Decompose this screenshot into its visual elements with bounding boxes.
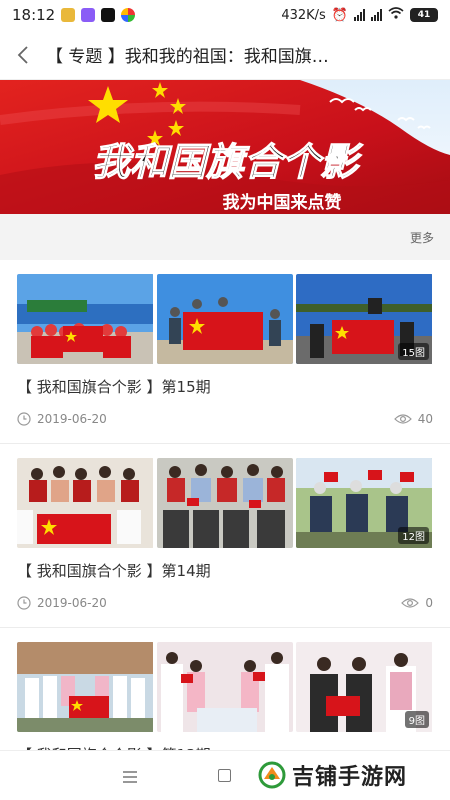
image-count-badge: 15图 (398, 343, 430, 360)
item-title: 【 我和国旗合个影 】第14期 (17, 562, 211, 580)
item-title: 【 我和国旗合个影 】第15期 (17, 378, 211, 396)
system-nav-bar: 吉铺手游网 (0, 750, 450, 800)
page-title: 【 专题 】我和我的祖国：我和国旗… (46, 47, 329, 67)
thumbnail-image: 12图 (296, 458, 433, 548)
thumbnail-row: 12图 (17, 458, 433, 548)
item-meta: 2019-06-20 0 (17, 596, 433, 610)
tiktok-icon (101, 8, 116, 22)
status-bar: 18:12 432K/s ⏰ 41 (0, 0, 450, 30)
clock-icon (17, 596, 31, 610)
item-date: 2019-06-20 (37, 596, 107, 610)
status-time: 18:12 (12, 6, 56, 24)
thumbnail-row: 9图 (17, 642, 433, 732)
menu-icon[interactable] (122, 768, 138, 787)
watermark-logo-icon (258, 761, 286, 789)
signal-icon (354, 9, 365, 21)
notification-app-icon (121, 8, 136, 22)
alarm-icon: ⏰ (331, 7, 348, 23)
chevron-left-icon (17, 45, 28, 64)
thumbnail-image (156, 274, 294, 364)
image-count-badge: 9图 (404, 711, 430, 728)
site-watermark: 吉铺手游网 (258, 759, 407, 791)
view-count: 40 (417, 412, 433, 426)
thumbnail-image: 9图 (296, 642, 433, 732)
signal-icon (371, 9, 382, 21)
clock-icon (17, 412, 31, 426)
wifi-icon (388, 7, 404, 23)
more-link[interactable]: 更多 (410, 229, 434, 246)
article-list: 15图 【 我和国旗合个影 】第15期 2019-06-20 40 12图 【 … (0, 260, 450, 750)
banner-subline: 我为中国来点赞 (223, 192, 342, 213)
thumbnail-image (156, 458, 294, 548)
eye-icon (393, 414, 412, 424)
item-date: 2019-06-20 (37, 412, 107, 426)
view-count: 0 (425, 596, 433, 610)
notification-app-icon (61, 8, 76, 22)
image-count-badge: 12图 (398, 527, 430, 544)
eye-icon (401, 598, 420, 608)
thumbnail-image (17, 274, 154, 364)
list-item[interactable]: 15图 【 我和国旗合个影 】第15期 2019-06-20 40 (0, 260, 450, 444)
thumbnail-image (17, 458, 154, 548)
home-button[interactable] (218, 769, 231, 782)
banner-headline: 我和国旗合个影 (92, 139, 364, 184)
more-row: 更多 (0, 214, 450, 260)
back-button[interactable] (0, 30, 46, 80)
thumbnail-image (156, 642, 294, 732)
topic-banner[interactable]: 我和国旗合个影 我为中国来点赞 (0, 80, 450, 214)
top-app-bar: 【 专题 】我和我的祖国：我和国旗… (0, 30, 450, 80)
list-item[interactable]: 9图 【 我和国旗合个影 】第13期 (0, 628, 450, 750)
battery-indicator: 41 (410, 8, 438, 22)
thumbnail-image (17, 642, 154, 732)
list-item[interactable]: 12图 【 我和国旗合个影 】第14期 2019-06-20 0 (0, 444, 450, 628)
watermark-text: 吉铺手游网 (292, 765, 408, 790)
thumbnail-row: 15图 (17, 274, 433, 364)
thumbnail-image: 15图 (296, 274, 433, 364)
notification-app-icon (81, 8, 96, 22)
item-meta: 2019-06-20 40 (17, 412, 433, 426)
network-speed: 432K/s (281, 7, 326, 23)
